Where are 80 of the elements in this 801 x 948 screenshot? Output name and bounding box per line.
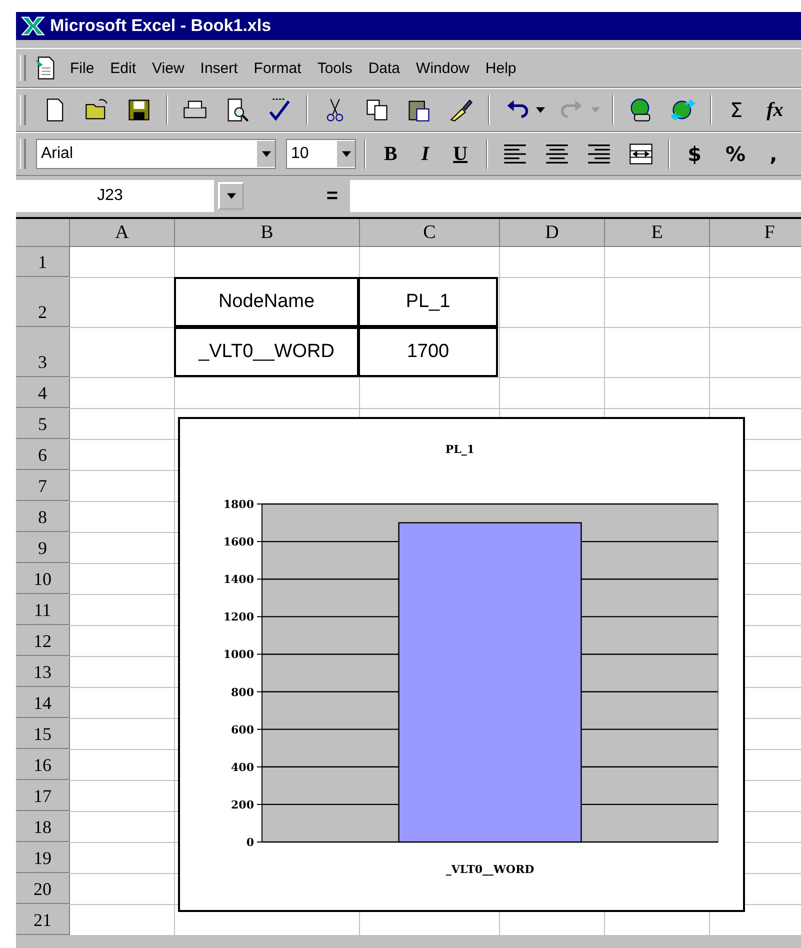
row-header[interactable]: 4 [16, 378, 70, 408]
axis-tick-label: 1400 [223, 573, 254, 586]
column-header[interactable]: A [70, 219, 175, 247]
window-title: Microsoft Excel - Book1.xls [50, 16, 272, 36]
row-header[interactable]: 21 [16, 905, 70, 935]
menu-item[interactable]: Insert [192, 60, 246, 76]
axis-tick-label: 0 [246, 836, 254, 849]
menu-item[interactable]: File [62, 60, 102, 76]
row-header[interactable]: 7 [16, 471, 70, 501]
row-header[interactable]: 15 [16, 719, 70, 749]
merge-center-icon[interactable] [628, 141, 654, 167]
row-header[interactable]: 2 [16, 278, 70, 327]
row-header[interactable]: 5 [16, 409, 70, 439]
table-cell: 1700 [358, 327, 498, 377]
name-box[interactable]: J23 [16, 180, 214, 212]
number-format-button[interactable]: % [716, 142, 756, 166]
row-header[interactable]: 17 [16, 781, 70, 811]
row-header[interactable]: 18 [16, 812, 70, 842]
column-header[interactable]: D [500, 219, 605, 247]
row-header[interactable]: 10 [16, 564, 70, 594]
axis-tick-label: 1800 [223, 498, 254, 511]
row-header[interactable]: 8 [16, 502, 70, 532]
row-header[interactable]: 12 [16, 626, 70, 656]
paintbrush-icon[interactable] [448, 97, 474, 123]
row-header[interactable]: 13 [16, 657, 70, 687]
formula-input[interactable] [350, 180, 801, 212]
column-header[interactable]: F [710, 219, 801, 247]
table-cell: NodeName [174, 277, 359, 327]
formula-button[interactable]: Σ [720, 98, 753, 122]
spreadsheet-app-icon [20, 15, 46, 37]
caret-icon [342, 151, 350, 157]
table-cell: PL_1 [358, 277, 498, 327]
menu-item[interactable]: Help [477, 60, 524, 76]
axis-tick-label: 400 [231, 760, 254, 774]
row-header[interactable]: 1 [16, 247, 70, 277]
toolbar-grip[interactable] [20, 139, 26, 169]
menu-item[interactable]: Window [408, 60, 478, 76]
axis-tick-label: 600 [231, 723, 254, 736]
axis-tick-label: 1000 [223, 648, 254, 662]
row-header[interactable]: 19 [16, 843, 70, 873]
caret-icon [262, 151, 270, 157]
row-header[interactable]: 20 [16, 874, 70, 904]
row-header[interactable]: 14 [16, 688, 70, 718]
table-cell: _VLT0__WORD [174, 327, 359, 377]
row-header[interactable]: 11 [16, 595, 70, 625]
globe-arrows-icon[interactable] [670, 97, 696, 123]
axis-tick-label: 1200 [223, 610, 254, 624]
caret-icon[interactable] [536, 107, 545, 113]
menu-item[interactable]: Edit [102, 60, 144, 76]
text-style-button[interactable]: B [374, 142, 408, 166]
axis-tick-label: 200 [231, 798, 254, 812]
caret-icon [226, 193, 236, 199]
chart-title: PL_1 [445, 443, 475, 456]
menu-item[interactable]: View [144, 60, 192, 76]
font-size-dropdown[interactable]: 10 [286, 139, 356, 169]
menu-item[interactable]: Format [246, 60, 310, 76]
save-icon[interactable] [126, 97, 152, 123]
row-header[interactable]: 6 [16, 440, 70, 470]
number-format-button[interactable]: $ [678, 142, 712, 166]
formula-button[interactable]: fx [756, 98, 794, 122]
copy-icon[interactable] [364, 97, 390, 123]
column-header[interactable]: C [360, 219, 500, 247]
text-style-button[interactable]: U [443, 142, 478, 166]
column-header[interactable]: B [175, 219, 360, 247]
axis-tick-label: 1600 [223, 536, 254, 549]
menu-item[interactable]: Data [360, 60, 408, 76]
category-label: _VLT0__WORD [446, 863, 534, 876]
toolbar-grip[interactable] [20, 54, 26, 82]
equals-button[interactable]: = [244, 184, 350, 208]
number-format-button[interactable]: , [760, 142, 788, 166]
row-header[interactable]: 16 [16, 750, 70, 780]
name-box-dropdown[interactable] [218, 182, 244, 210]
font-dropdown[interactable]: Arial [36, 139, 276, 169]
menu-item[interactable]: Tools [309, 60, 360, 76]
axis-tick-label: 800 [231, 686, 254, 699]
row-header[interactable]: 9 [16, 533, 70, 563]
row-header[interactable]: 3 [16, 328, 70, 377]
text-style-button[interactable]: I [411, 142, 440, 166]
column-header[interactable]: E [605, 219, 710, 247]
toolbar-grip[interactable] [20, 95, 26, 125]
